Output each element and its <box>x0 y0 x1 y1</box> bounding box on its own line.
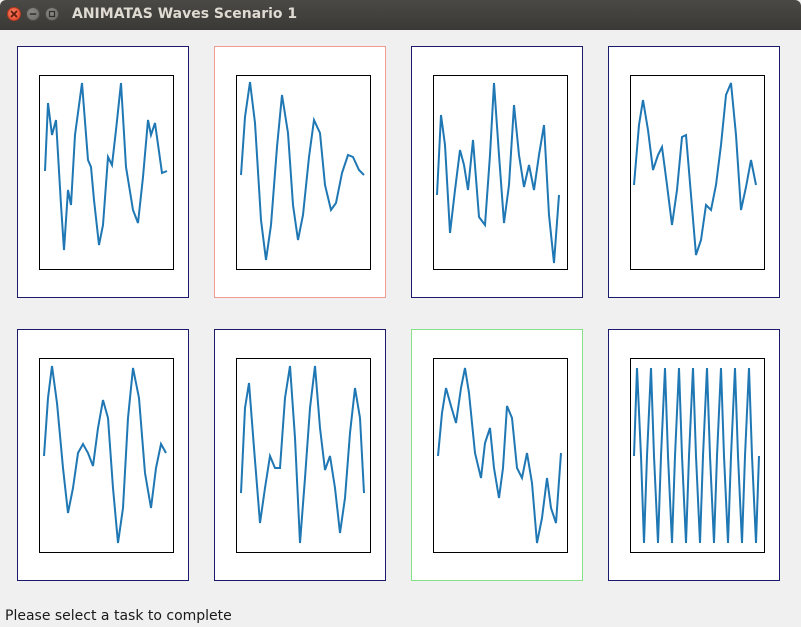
window-title: ANIMATAS Waves Scenario 1 <box>72 6 298 22</box>
wave-plot-icon <box>630 358 765 553</box>
task-card-6[interactable] <box>214 329 386 581</box>
task-card-2[interactable] <box>214 46 386 298</box>
wave-plot-icon <box>630 75 765 270</box>
task-card-3[interactable] <box>411 46 583 298</box>
maximize-icon <box>48 10 56 18</box>
maximize-window-button[interactable] <box>45 7 59 21</box>
status-text: Please select a task to complete <box>5 608 232 624</box>
wave-plot-icon <box>236 358 371 553</box>
minimize-window-button[interactable] <box>26 7 40 21</box>
minimize-icon <box>29 13 37 15</box>
wave-plot-icon <box>236 75 371 270</box>
task-card-1[interactable] <box>17 46 189 298</box>
wave-plot-icon <box>433 358 568 553</box>
task-card-4[interactable] <box>608 46 780 298</box>
task-card-7[interactable] <box>411 329 583 581</box>
wave-plot-icon <box>39 75 174 270</box>
task-card-5[interactable] <box>17 329 189 581</box>
task-card-8[interactable] <box>608 329 780 581</box>
close-window-button[interactable] <box>7 7 21 21</box>
wave-plot-icon <box>39 358 174 553</box>
close-icon <box>10 10 18 18</box>
window-titlebar[interactable]: ANIMATAS Waves Scenario 1 <box>0 0 801 30</box>
wave-plot-icon <box>433 75 568 270</box>
